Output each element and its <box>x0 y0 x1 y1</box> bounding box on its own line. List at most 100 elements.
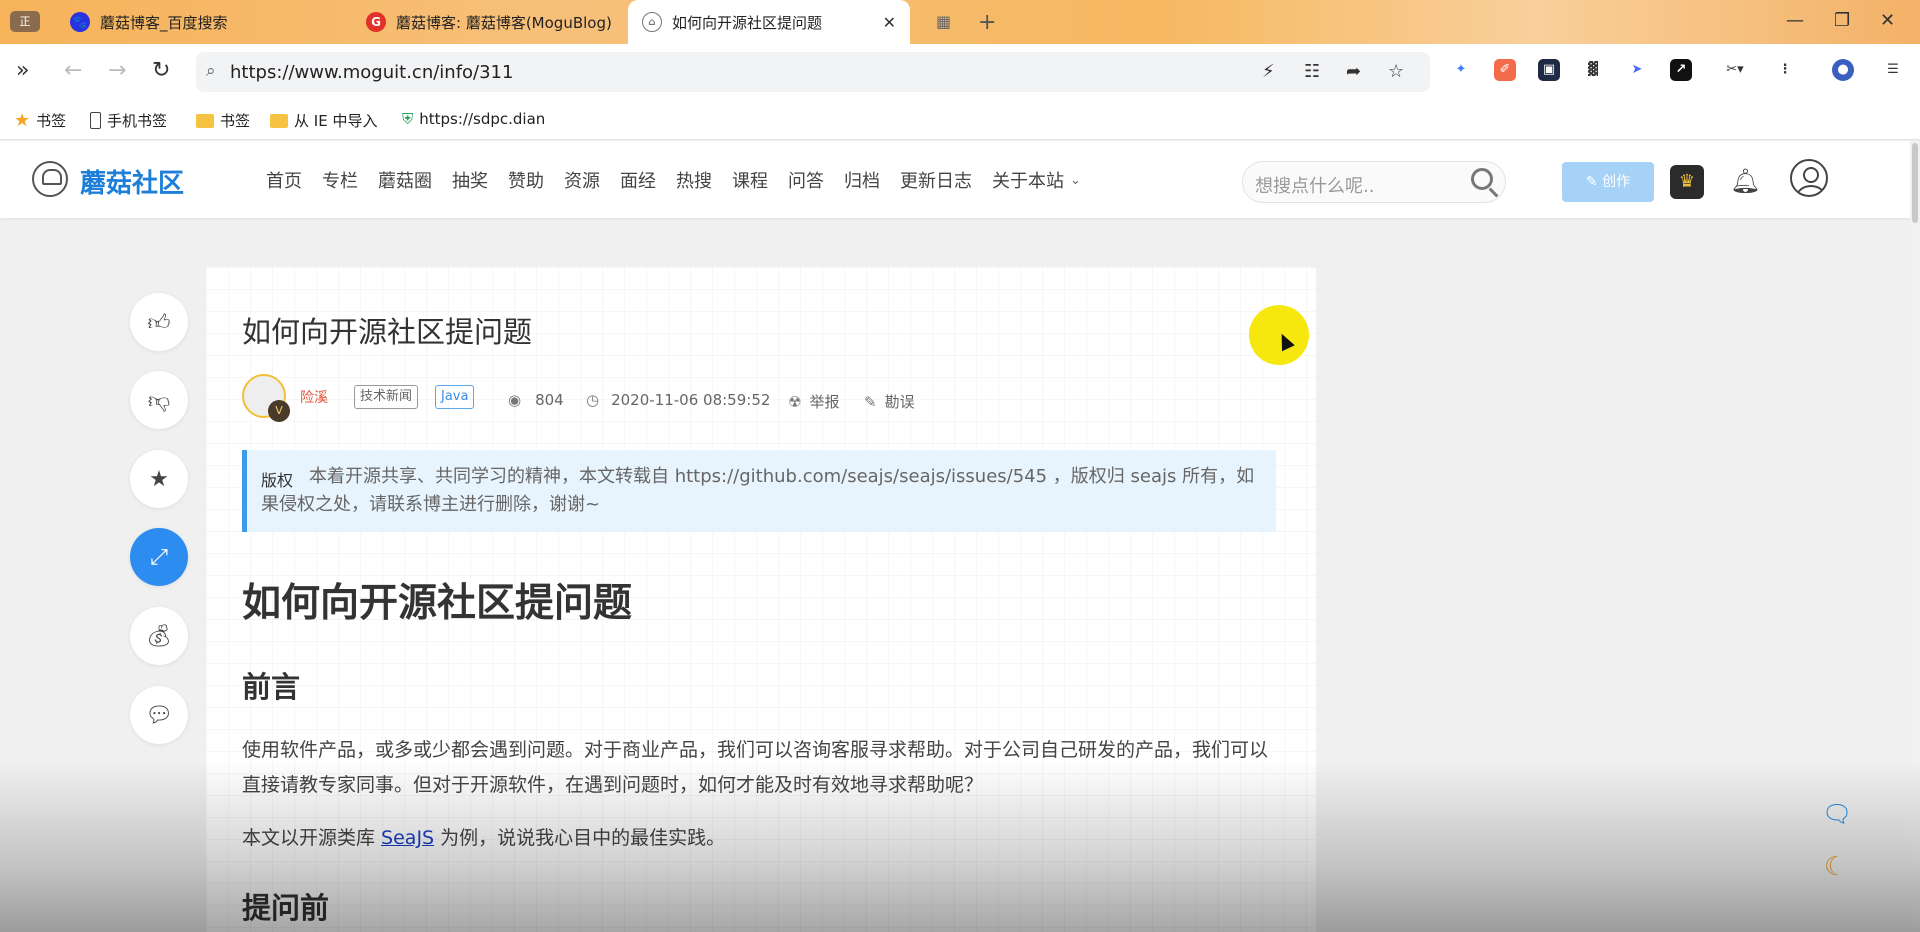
scrollbar[interactable] <box>1910 141 1920 932</box>
nav-column[interactable]: 专栏 <box>322 167 358 193</box>
bookmark-item[interactable]: 书签 <box>196 110 250 131</box>
close-tab-icon[interactable]: ✕ <box>883 13 896 32</box>
pdf-icon[interactable]: ✐ <box>1494 59 1516 81</box>
like-button[interactable]: 👍︎ <box>130 293 188 351</box>
user-avatar-icon[interactable] <box>1790 159 1828 197</box>
paragraph: 使用软件产品，或多或少都会遇到问题。对于商业产品，我们可以咨询客服寻求帮助。对于… <box>242 739 1269 796</box>
section-heading-before-asking: 提问前 <box>242 891 330 925</box>
bookmark-item[interactable]: ★ 书签 <box>14 110 66 131</box>
forward-icon[interactable]: → <box>108 58 126 83</box>
vip-badge: V <box>268 400 290 422</box>
minimize-icon[interactable]: — <box>1786 10 1804 31</box>
author-name[interactable]: 险溪 <box>300 387 328 407</box>
more-vertical-icon[interactable]: ⋮ <box>1774 59 1796 81</box>
nav-interviews[interactable]: 面经 <box>620 167 656 193</box>
tab-title: 蘑菇博客: 蘑菇博客(MoguBlog) <box>396 13 612 32</box>
url-field[interactable]: ⌕ https://www.moguit.cn/info/311 ⚡ ☷ ➦ ☆ <box>196 52 1430 92</box>
nav-qa[interactable]: 问答 <box>788 167 824 193</box>
browser-tab-bar: 正 🐾 蘑菇博客_百度搜索 G 蘑菇博客: 蘑菇博客(MoguBlog) ⌂ 如… <box>0 0 1920 44</box>
nav-courses[interactable]: 课程 <box>732 167 768 193</box>
language-tag[interactable]: Java <box>435 385 475 409</box>
star-icon: ★ <box>149 466 169 492</box>
shield-icon: ⛨ <box>402 110 414 128</box>
nav-resources[interactable]: 资源 <box>564 167 600 193</box>
expand-icon: ⤢ <box>150 544 168 570</box>
nav-hot[interactable]: 热搜 <box>676 167 712 193</box>
restore-icon[interactable]: ❐ <box>1834 10 1850 31</box>
bookmarks-bar: ★ 书签 手机书签 书签 从 IE 中导入 ⛨ https://sdpc.dia… <box>0 100 1920 140</box>
tab-title: 如何向开源社区提问题 <box>672 13 823 32</box>
ai-assistant-icon[interactable]: ✦ <box>1450 59 1472 81</box>
bookmark-item[interactable]: 从 IE 中导入 <box>270 110 377 131</box>
bookmark-star-icon[interactable]: ☆ <box>1388 61 1404 82</box>
lightning-icon[interactable]: ⚡ <box>1262 61 1275 82</box>
mogu-logo-icon[interactable] <box>32 161 68 197</box>
mogu-g-icon: G <box>366 12 386 32</box>
create-button[interactable]: ✎ 创作 <box>1562 162 1654 202</box>
close-window-icon[interactable]: ✕ <box>1880 10 1895 31</box>
search-input[interactable]: 想搜点什么呢.. <box>1255 172 1374 198</box>
section-heading-preface: 前言 <box>242 670 301 704</box>
nav-about[interactable]: 关于本站 ⌄ <box>992 167 1081 193</box>
star-icon: ★ <box>14 110 31 131</box>
scrollbar-thumb[interactable] <box>1912 143 1918 223</box>
site-search[interactable]: 想搜点什么呢.. <box>1242 161 1506 203</box>
site-logo[interactable]: 蘑菇社区 <box>80 163 184 200</box>
alarm-icon: ☢ <box>788 392 802 411</box>
menu-icon[interactable]: ☰ <box>1882 59 1904 81</box>
bookmark-item[interactable]: ⛨ https://sdpc.dian <box>402 110 548 128</box>
profile-avatar-icon[interactable]: ● <box>1832 59 1854 81</box>
url-text[interactable]: https://www.moguit.cn/info/311 <box>230 62 513 83</box>
publish-date: ◷ 2020-11-06 08:59:52 <box>586 391 770 409</box>
nav-home[interactable]: 首页 <box>266 167 302 193</box>
dislike-button[interactable]: 👎︎ <box>130 371 188 429</box>
reward-button[interactable]: 💰︎ <box>130 607 188 665</box>
category-tag[interactable]: 技术新闻 <box>354 385 419 409</box>
edit-icon: ✎ <box>864 392 877 411</box>
vip-crown-icon[interactable]: ♛ <box>1670 165 1704 199</box>
report-link[interactable]: ☢ 举报 <box>788 391 839 412</box>
trend-icon[interactable]: ↗ <box>1670 59 1692 81</box>
nav-archive[interactable]: 归档 <box>844 167 880 193</box>
back-icon[interactable]: ← <box>64 58 82 83</box>
view-count: ◉ 804 <box>508 391 564 409</box>
bell-icon[interactable]: 🔔︎ <box>1730 167 1760 195</box>
chat-icon[interactable]: 🗨︎ <box>1822 800 1852 828</box>
article-card: 如何向开源社区提问题 V 险溪 技术新闻 Java ◉ 804 ◷ 2020-1… <box>206 267 1316 932</box>
search-icon[interactable] <box>1471 168 1493 190</box>
nav-changelog[interactable]: 更新日志 <box>900 167 972 193</box>
eye-icon: ◉ <box>508 391 522 409</box>
nav-about-label: 关于本站 <box>992 171 1064 192</box>
reload-icon[interactable]: ↻ <box>152 58 170 83</box>
sidebar-toggle-icon[interactable]: » <box>16 58 29 83</box>
thumbs-down-icon: 👎︎ <box>147 388 171 414</box>
site-header: 蘑菇社区 首页 专栏 蘑菇圈 抽奖 赞助 资源 面经 热搜 课程 问答 归档 更… <box>0 141 1920 218</box>
nav-moments[interactable]: 蘑菇圈 <box>378 167 432 193</box>
bookmark-item[interactable]: 手机书签 <box>90 110 167 131</box>
nav-lottery[interactable]: 抽奖 <box>452 167 488 193</box>
author-avatar[interactable]: V <box>242 374 290 422</box>
create-label: 创作 <box>1602 174 1631 190</box>
tab-mogublog[interactable]: G 蘑菇博客: 蘑菇博客(MoguBlog) <box>352 0 626 44</box>
nav-sponsor[interactable]: 赞助 <box>508 167 544 193</box>
workspace-icon[interactable]: 正 <box>10 11 40 32</box>
article-title: 如何向开源社区提问题 <box>242 315 533 349</box>
copyright-text: 本着开源共享、共同学习的精神，本文转载自 https://github.com/… <box>261 466 1255 515</box>
tab-article[interactable]: ⌂ 如何向开源社区提问题 ✕ <box>628 0 910 44</box>
reader-mode-icon[interactable]: ☷ <box>1304 61 1320 82</box>
errata-label: 勘误 <box>884 393 915 411</box>
share-icon[interactable]: ➦ <box>1346 61 1361 82</box>
tab-groups-icon[interactable]: ▦ <box>936 12 951 31</box>
moon-icon[interactable]: ☾ <box>1824 852 1847 882</box>
seajs-link[interactable]: SeaJS <box>381 827 434 849</box>
favorite-button[interactable]: ★ <box>130 450 188 508</box>
tab-baidu[interactable]: 🐾 蘑菇博客_百度搜索 <box>56 0 242 44</box>
screenshot-icon[interactable]: ▣ <box>1538 59 1560 81</box>
bird-icon[interactable]: ➤ <box>1626 59 1648 81</box>
comment-button[interactable]: 💬︎ <box>130 686 188 744</box>
fullscreen-button[interactable]: ⤢ <box>130 528 188 586</box>
qrcode-icon[interactable]: ▓ <box>1582 59 1604 81</box>
new-tab-icon[interactable]: + <box>978 10 996 35</box>
scissors-icon[interactable]: ✂▾ <box>1718 59 1752 81</box>
errata-link[interactable]: ✎ 勘误 <box>864 391 915 412</box>
